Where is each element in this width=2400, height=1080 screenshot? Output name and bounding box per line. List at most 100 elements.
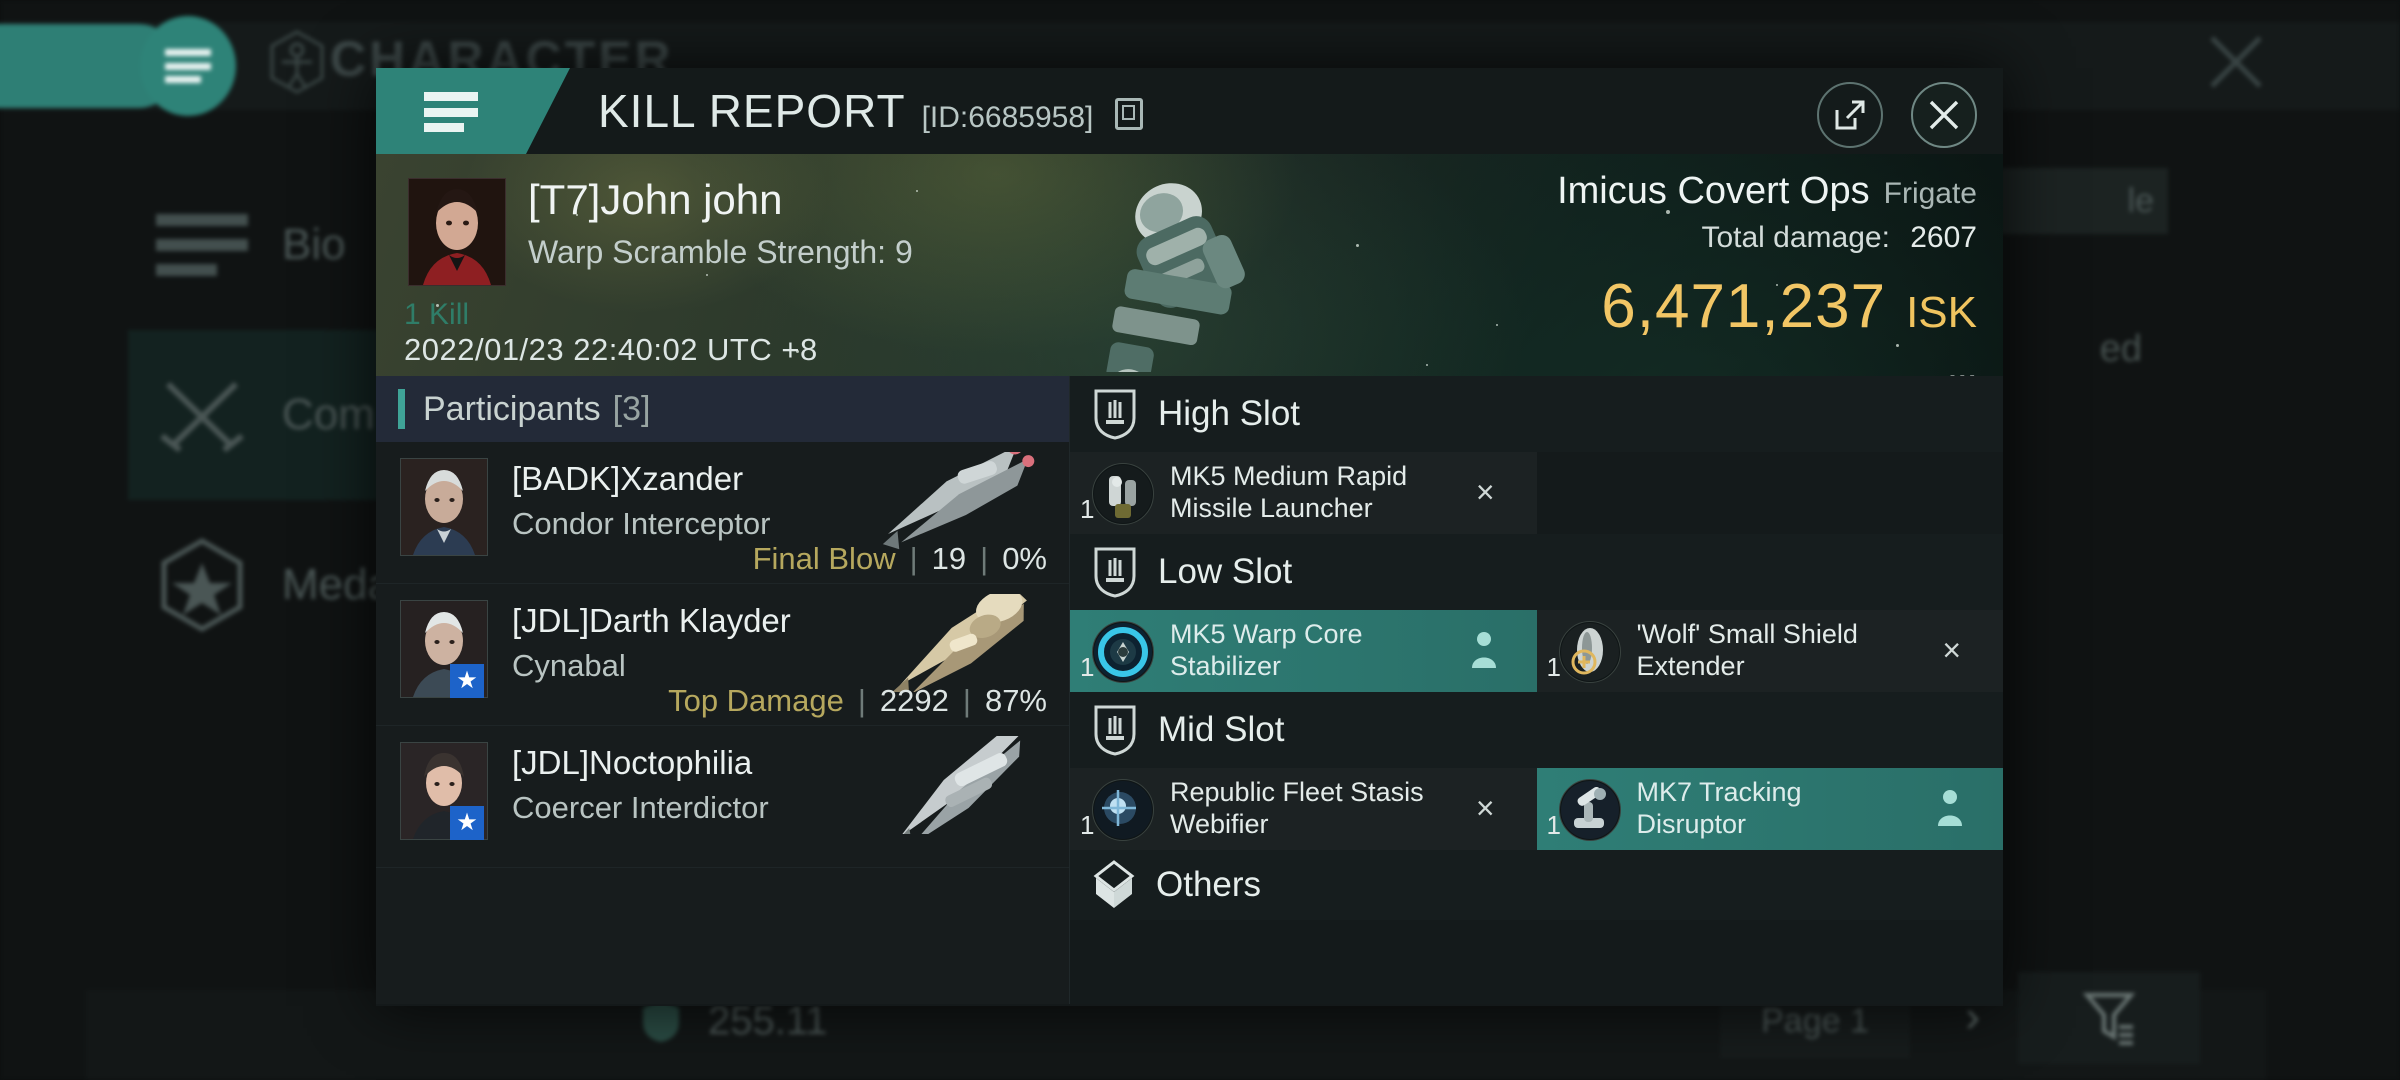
kill-timestamp: 2022/01/23 22:40:02 UTC +8 bbox=[404, 332, 818, 367]
hamburger-icon bbox=[424, 92, 478, 132]
slot-modules-high: 1 MK5 Medium Rapid Missile Launcher × bbox=[1070, 452, 2003, 534]
hamburger-icon bbox=[165, 49, 211, 83]
participants-panel: Participants [3] [BADK]Xzander Condor In… bbox=[376, 376, 1070, 1004]
module-icon bbox=[1558, 779, 1621, 841]
slot-header-high: High Slot bbox=[1070, 376, 2003, 452]
participant-ship: Cynabal bbox=[512, 648, 626, 683]
participant-ship: Condor Interceptor bbox=[512, 506, 771, 541]
slot-label: Low Slot bbox=[1158, 552, 1293, 591]
kill-result: Kill bbox=[1557, 368, 1977, 376]
screen: CHARACTER Bio Com Meda le ed 255.11 Page… bbox=[0, 0, 2400, 1080]
background-chip-label: le bbox=[2127, 182, 2154, 220]
module-dropped-icon bbox=[1471, 632, 1496, 668]
separator: | bbox=[857, 683, 866, 718]
dialog-menu-button[interactable] bbox=[376, 68, 570, 154]
total-damage-label: Total damage: bbox=[1701, 221, 1890, 254]
participants-count: [3] bbox=[612, 389, 651, 428]
isk-value: 6,471,237 bbox=[1601, 272, 1887, 341]
participants-title: Participants bbox=[423, 389, 601, 428]
slot-badge-icon bbox=[1094, 389, 1136, 440]
background-status-text: ed bbox=[2099, 328, 2142, 370]
participants-header: Participants [3] bbox=[376, 376, 1069, 442]
slot-label: Mid Slot bbox=[1158, 710, 1285, 749]
separator: | bbox=[909, 541, 918, 576]
victim-avatar bbox=[408, 178, 506, 286]
victim-kill-count: 1 Kill bbox=[404, 298, 470, 331]
crossed-swords-icon bbox=[160, 381, 244, 453]
participant-percent: 0% bbox=[1002, 541, 1047, 576]
victim-ship-name: Imicus Covert Ops bbox=[1557, 170, 1870, 212]
module-dropped-icon bbox=[1938, 790, 1962, 826]
module-item[interactable]: 1 MK5 Warp Core Stabilizer bbox=[1070, 610, 1537, 692]
copy-icon[interactable] bbox=[1115, 98, 1144, 130]
module-name: MK5 Warp Core Stabilizer bbox=[1170, 619, 1363, 681]
slot-badge-icon bbox=[1094, 547, 1136, 598]
module-slot-empty bbox=[1537, 452, 2004, 534]
others-label: Others bbox=[1156, 865, 1262, 904]
module-qty: 1 bbox=[1080, 494, 1095, 524]
participant-ship-render bbox=[894, 736, 1022, 834]
participant-ship-render bbox=[882, 452, 1035, 550]
module-icon bbox=[1092, 463, 1154, 525]
table-row[interactable]: ★ [JDL]Darth Klayder Cynabal Top Damage … bbox=[376, 584, 1069, 726]
victim-summary: Imicus Covert Ops Frigate Total damage: … bbox=[1557, 170, 1977, 376]
participant-damage: 19 bbox=[931, 541, 967, 576]
module-item[interactable]: 1 MK7 Tracking Disruptor bbox=[1536, 768, 2003, 850]
participant-name: [JDL]Noctophilia bbox=[512, 744, 753, 781]
page-title: KILL REPORT bbox=[598, 85, 906, 137]
sidebar-item-label: Bio bbox=[282, 220, 346, 269]
dialog-title-group: KILL REPORT [ID:6685958] bbox=[598, 84, 1144, 138]
close-icon[interactable] bbox=[2204, 30, 2268, 94]
background-menu-button[interactable] bbox=[140, 16, 236, 116]
background-page-label: Page 1 bbox=[1761, 1001, 1869, 1040]
module-name: MK5 Medium Rapid Missile Launcher bbox=[1170, 461, 1408, 523]
module-icon bbox=[1558, 621, 1621, 683]
participant-percent: 87% bbox=[984, 683, 1047, 718]
character-icon bbox=[270, 30, 324, 94]
module-qty: 1 bbox=[1546, 652, 1561, 682]
lines-icon bbox=[156, 214, 248, 276]
kill-report-dialog: KILL REPORT [ID:6685958] [T7]John john W… bbox=[376, 68, 2003, 1006]
dialog-header: KILL REPORT [ID:6685958] bbox=[376, 68, 2003, 154]
module-name: Republic Fleet Stasis Webifier bbox=[1170, 777, 1424, 839]
dialog-body: Participants [3] [BADK]Xzander Condor In… bbox=[376, 376, 2003, 1004]
star-hex-icon bbox=[161, 538, 243, 632]
dialog-header-actions bbox=[1817, 82, 1977, 148]
victim-ship-render bbox=[1106, 183, 1245, 372]
background-chip: le bbox=[1998, 168, 2168, 234]
module-item[interactable]: 1 'Wolf' Small Shield Extender × bbox=[1536, 610, 2003, 692]
participant-name: [JDL]Darth Klayder bbox=[512, 602, 791, 639]
module-destroyed-icon: × bbox=[1475, 790, 1495, 826]
module-item[interactable]: 1 Republic Fleet Stasis Webifier × bbox=[1070, 768, 1537, 850]
slot-header-mid: Mid Slot bbox=[1070, 692, 2003, 768]
star-badge-icon: ★ bbox=[450, 806, 484, 840]
close-button[interactable] bbox=[1911, 82, 1977, 148]
share-button[interactable] bbox=[1817, 82, 1883, 148]
participant-ship-render bbox=[892, 594, 1027, 692]
module-name: 'Wolf' Small Shield Extender bbox=[1636, 619, 1858, 681]
slot-modules-mid: 1 Republic Fleet Stasis Webifier × 1 MK7… bbox=[1070, 768, 2003, 850]
module-qty: 1 bbox=[1080, 810, 1095, 840]
separator: | bbox=[962, 683, 971, 718]
module-destroyed-icon: × bbox=[1942, 632, 1961, 668]
victim-name: [T7]John john bbox=[528, 176, 783, 223]
module-qty: 1 bbox=[1080, 652, 1095, 682]
filter-button[interactable] bbox=[2018, 972, 2200, 1064]
participant-stats: Top Damage | 2292 | 87% bbox=[668, 683, 1047, 719]
participant-ship: Coercer Interdictor bbox=[512, 790, 769, 825]
victim-ship-class: Frigate bbox=[1883, 177, 1977, 210]
slot-modules-low: 1 MK5 Warp Core Stabilizer 1 'Wolf' Smal… bbox=[1070, 610, 2003, 692]
participant-tag: Final Blow bbox=[752, 541, 896, 576]
slot-header-low: Low Slot bbox=[1070, 534, 2003, 610]
fitting-panel: High Slot 1 MK5 Medium Rapid Missile Lau… bbox=[1070, 376, 2003, 1004]
table-row[interactable]: ★ [JDL]Noctophilia Coercer Interdictor bbox=[376, 726, 1069, 868]
table-row[interactable]: [BADK]Xzander Condor Interceptor Final B… bbox=[376, 442, 1069, 584]
module-icon bbox=[1092, 621, 1154, 683]
separator: | bbox=[980, 541, 989, 576]
participant-stats: Final Blow | 19 | 0% bbox=[753, 541, 1047, 577]
filter-icon bbox=[2082, 993, 2136, 1045]
participant-tag: Top Damage bbox=[668, 683, 844, 718]
module-item[interactable]: 1 MK5 Medium Rapid Missile Launcher × bbox=[1070, 452, 1537, 534]
sidebar-item-label: Com bbox=[282, 390, 375, 439]
star-badge-icon: ★ bbox=[450, 664, 484, 698]
